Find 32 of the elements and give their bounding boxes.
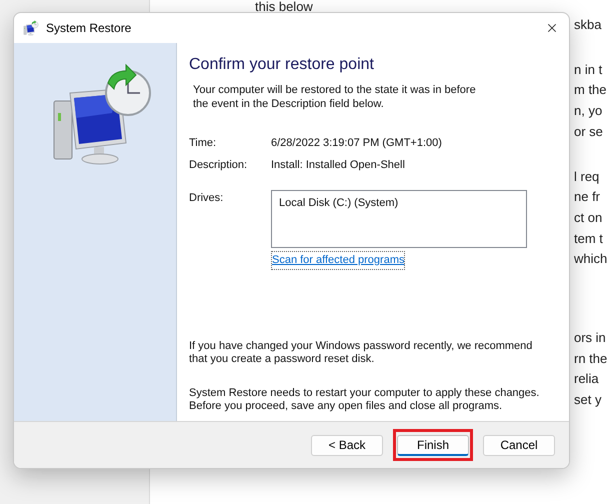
close-icon[interactable] (545, 21, 559, 35)
field-label: Description: (189, 158, 248, 172)
page-text: rn the (574, 350, 608, 368)
field-value: 6/28/2022 3:19:07 PM (GMT+1:00) (271, 136, 442, 151)
window-title: System Restore (46, 20, 132, 37)
page-text: m the (574, 81, 608, 100)
dialog-button[interactable]: Cancel (483, 434, 555, 456)
page-text: ors in (574, 329, 607, 348)
page-text: skba (574, 16, 602, 34)
page-text: this below (254, 0, 314, 13)
intro-text: Your computer will be restored to the state it was in before the event in the Description field below. (193, 83, 477, 111)
page-text: ne fr (574, 188, 602, 206)
password-note: If you have changed your Windows password recently, we recommend that you create a password reset disk. (189, 340, 534, 366)
page-text: which (574, 250, 608, 268)
page-text: n, yo (574, 102, 604, 120)
page-text: l req (574, 168, 600, 186)
dialog-button[interactable]: Finish (397, 435, 469, 456)
scan-link[interactable]: Scan for affected programs (271, 251, 406, 270)
list-item[interactable]: Local Disk (C:) (System) (279, 195, 519, 212)
page-text: tem t (574, 230, 604, 248)
page-text: or se (574, 122, 604, 141)
page-text: set y (574, 391, 602, 410)
restart-note: System Restore needs to restart your computer to apply these changes. Before you proceed, save any open files and close all programs. (189, 386, 540, 412)
page-text: n in t (574, 60, 604, 79)
page-text: relia (574, 370, 600, 388)
field-label: Drives: (189, 191, 224, 206)
page-text: ct on (574, 208, 604, 227)
dialog-heading: Confirm your restore point (189, 55, 375, 75)
dialog-button[interactable]: < Back (311, 434, 383, 456)
system-restore-icon (22, 20, 40, 36)
field-label: Time: (189, 136, 218, 151)
field-value: Install: Installed Open-Shell (271, 158, 405, 172)
